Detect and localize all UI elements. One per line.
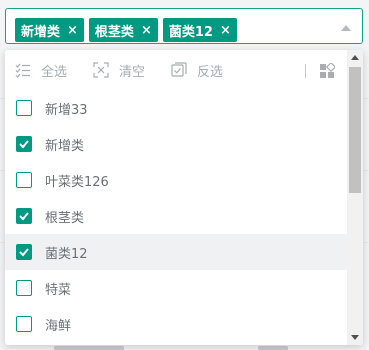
invert-check-icon (171, 62, 187, 77)
checklist-icon (15, 63, 30, 78)
scrollbar-thumb[interactable] (349, 67, 361, 193)
checkmark-icon (19, 212, 29, 221)
tag-remove-icon[interactable]: × (220, 24, 231, 37)
selected-tag: 根茎类 × (88, 18, 158, 42)
option-label: 海鲜 (45, 318, 72, 334)
option-label: 根茎类 (45, 210, 85, 226)
invert-selection-button[interactable]: 反选 (171, 61, 223, 80)
list-item[interactable]: 新增33 (5, 90, 347, 126)
caret-up-icon[interactable] (341, 25, 351, 31)
clear-label: 清空 (119, 64, 146, 80)
clear-selection-icon (93, 62, 109, 78)
grid-layout-icon[interactable] (319, 63, 335, 79)
tag-remove-icon[interactable]: × (141, 24, 152, 37)
checkbox-checked[interactable] (16, 136, 32, 152)
option-label: 新增类 (45, 138, 85, 154)
dropdown-panel: 全选 清空 反选 新增33 新增类 叶菜类126 根茎类 菌类12 特菜 海鲜 (5, 50, 363, 345)
tag-label: 新增类 (21, 24, 61, 40)
checkbox-checked[interactable] (16, 244, 32, 260)
scrollbar[interactable] (347, 50, 363, 345)
selected-tag: 菌类12 × (162, 18, 237, 42)
option-label: 特菜 (45, 282, 72, 298)
list-item[interactable]: 新增类 (5, 126, 347, 162)
toolbar-divider (305, 64, 306, 78)
multi-select-field[interactable]: 新增类 × 根茎类 × 菌类12 × (5, 8, 363, 44)
option-label: 菌类12 (45, 246, 88, 262)
page: 新增类 × 根茎类 × 菌类12 × 全选 清空 反选 新增33 新增类 叶菜类… (0, 0, 369, 350)
tag-remove-icon[interactable]: × (67, 24, 78, 37)
checkmark-icon (19, 140, 29, 149)
checkbox[interactable] (16, 172, 32, 188)
dropdown-toolbar: 全选 清空 反选 (5, 50, 347, 90)
list-item[interactable]: 海鲜 (5, 306, 347, 342)
checkmark-icon (19, 248, 29, 257)
list-item[interactable]: 特菜 (5, 270, 347, 306)
select-all-button[interactable]: 全选 (15, 61, 67, 80)
tag-label: 根茎类 (94, 24, 134, 40)
background-cell-text (54, 346, 124, 350)
list-item[interactable]: 根茎类 (5, 198, 347, 234)
select-all-label: 全选 (41, 64, 68, 80)
selected-tags: 新增类 × 根茎类 × 菌类12 × (15, 18, 237, 42)
invert-selection-label: 反选 (197, 64, 224, 80)
tag-label: 菌类12 (168, 24, 213, 40)
list-item[interactable]: 叶菜类126 (5, 162, 347, 198)
list-item[interactable]: 菌类12 (5, 234, 347, 270)
background-cell-text (258, 346, 288, 350)
option-label: 叶菜类126 (45, 174, 109, 190)
checkbox[interactable] (16, 100, 32, 116)
option-list: 新增33 新增类 叶菜类126 根茎类 菌类12 特菜 海鲜 (5, 90, 347, 342)
checkbox[interactable] (16, 280, 32, 296)
clear-button[interactable]: 清空 (93, 61, 145, 80)
selected-tag: 新增类 × (15, 18, 84, 42)
option-label: 新增33 (45, 102, 88, 118)
checkbox-checked[interactable] (16, 208, 32, 224)
scroll-up-arrow-icon[interactable] (351, 55, 359, 60)
scroll-down-arrow-icon[interactable] (351, 335, 359, 340)
checkbox[interactable] (16, 316, 32, 332)
